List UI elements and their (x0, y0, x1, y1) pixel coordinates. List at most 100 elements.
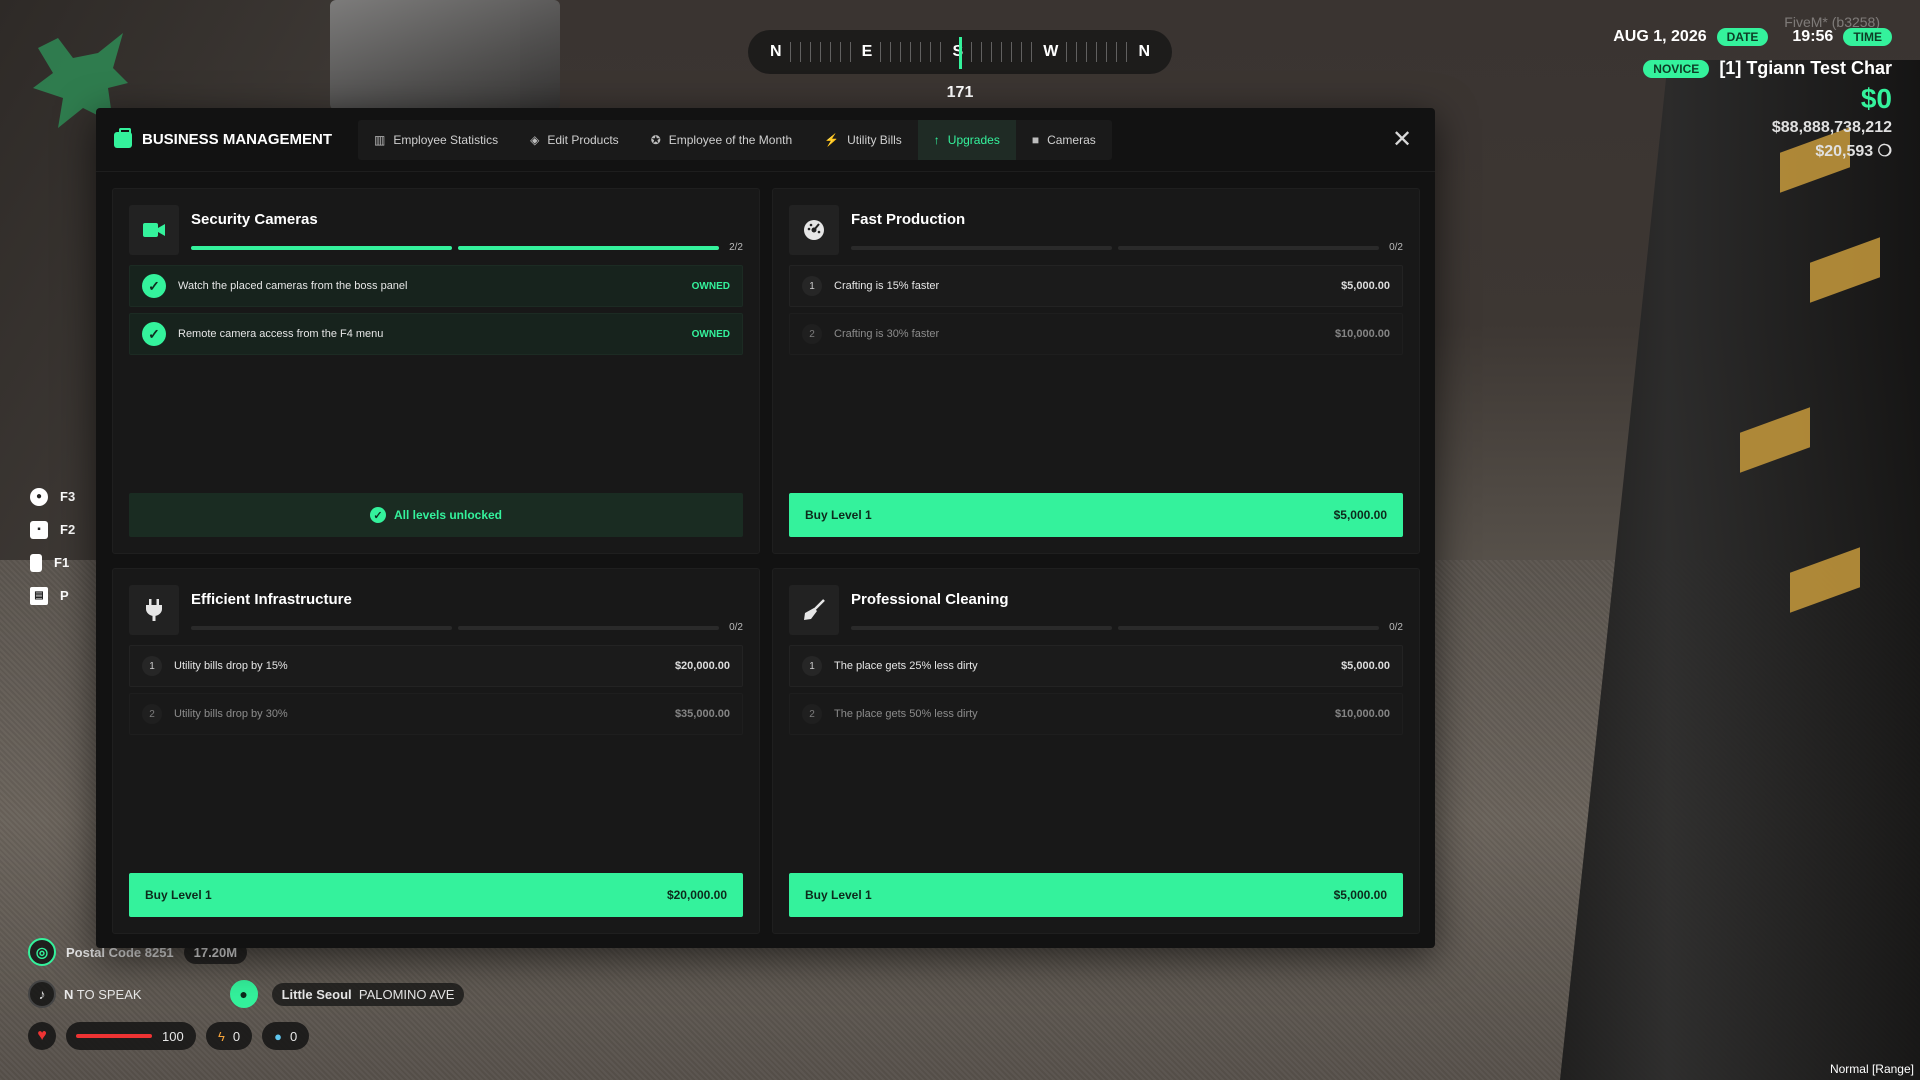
upgrade-title: Professional Cleaning (851, 591, 1009, 608)
compass-needle (959, 37, 962, 69)
keybind-row: F1 (30, 546, 75, 579)
keybind-row: ▪ F2 (30, 513, 75, 546)
upgrade-progress: 2/2 (191, 242, 743, 253)
award-icon: ✪ (650, 132, 661, 147)
keybind-row: ● F3 (30, 480, 75, 513)
upgrade-card-professional-cleaning: Professional Cleaning 0/2 1 The place ge… (772, 568, 1420, 934)
progress-segment (191, 245, 452, 250)
water-stat: ● 0 (262, 1022, 310, 1050)
arrow-up-icon: ↑ (933, 132, 940, 147)
upgrades-grid: Security Cameras 2/2 ✓ Watch the placed … (112, 188, 1420, 934)
vitals-hud: ♥ 100 ϟ0 ● 0 (28, 1022, 310, 1050)
panel-header: BUSINESS MANAGEMENT ▥ Employee Statistic… (96, 108, 1435, 172)
phone-icon (30, 553, 42, 572)
upgrade-level: 2 Utility bills drop by 30% $35,000.00 (129, 693, 743, 735)
compass-dir: N (1138, 43, 1151, 60)
buy-level-button[interactable]: Buy Level 1 $5,000.00 (789, 873, 1403, 917)
heart-icon: ♥ (28, 1022, 56, 1050)
progress-count: 0/2 (1389, 242, 1403, 253)
owned-badge: OWNED (691, 328, 730, 340)
location-target-icon: ◎ (28, 938, 56, 966)
briefcase-icon (114, 127, 132, 148)
health-bar: 100 (66, 1022, 196, 1050)
voice-label: TO SPEAK (76, 986, 142, 1002)
progress-segment (458, 625, 719, 630)
bolt-icon: ⚡ (824, 132, 840, 147)
upgrade-card-security-cameras: Security Cameras 2/2 ✓ Watch the placed … (112, 188, 760, 554)
speedometer-icon (789, 205, 839, 255)
date-value: AUG 1, 2026 (1613, 28, 1707, 45)
time-badge: TIME (1843, 28, 1892, 46)
level-price: $20,000.00 (674, 660, 730, 672)
progress-segment (458, 245, 719, 250)
zone-name: Little Seoul (281, 986, 352, 1002)
progress-segment (1118, 245, 1379, 250)
upgrade-level: 2 Crafting is 30% faster $10,000.00 (789, 313, 1403, 355)
money-bag-icon: ❍ (1877, 143, 1892, 160)
upgrade-progress: 0/2 (191, 622, 743, 633)
tab-cameras[interactable]: ■ Cameras (1016, 120, 1112, 160)
upgrade-level: ✓ Remote camera access from the F4 menu … (129, 313, 743, 355)
compass-dir: N (770, 43, 782, 60)
progress-count: 0/2 (1389, 622, 1403, 633)
voice-location-hud: ♪ N TO SPEAK ● Little Seoul PALOMINO AVE (28, 980, 465, 1008)
status-hud: AUG 1, 2026 DATE 19:56 TIME NOVICE [1] T… (1613, 28, 1892, 161)
upgrade-card-efficient-infrastructure: Efficient Infrastructure 0/2 1 Utility b… (112, 568, 760, 934)
upgrade-level: ✓ Watch the placed cameras from the boss… (129, 265, 743, 307)
character-name: [1] Tgiann Test Char (1719, 58, 1892, 78)
upgrade-progress: 0/2 (851, 242, 1403, 253)
all-levels-unlocked: ✓ All levels unlocked (129, 493, 743, 537)
voice-mode: Normal [Range] (1829, 1062, 1914, 1076)
background-machine (330, 0, 560, 110)
tag-icon: ◈ (530, 132, 540, 147)
progress-segment (851, 625, 1112, 630)
background-shelf (1560, 60, 1920, 1080)
plug-icon (129, 585, 179, 635)
level-price: $35,000.00 (674, 708, 730, 720)
progress-count: 0/2 (729, 622, 743, 633)
voice-key: N (64, 986, 74, 1002)
street-name: PALOMINO AVE (358, 986, 455, 1002)
map-pin-icon: ● (229, 980, 258, 1008)
close-button[interactable]: ✕ (1387, 125, 1417, 155)
progress-segment (851, 245, 1112, 250)
tab-edit-products[interactable]: ◈ Edit Products (514, 120, 635, 160)
tab-utility-bills[interactable]: ⚡ Utility Bills (808, 120, 918, 160)
tab-upgrades[interactable]: ↑ Upgrades (917, 119, 1016, 160)
stamina-icon: ϟ (218, 1028, 225, 1044)
water-drop-icon: ● (274, 1028, 282, 1044)
level-price: $5,000.00 (1341, 280, 1390, 292)
check-circle-icon: ✓ (369, 507, 386, 523)
video-camera-icon (129, 205, 179, 255)
cash-amount: $0 (1860, 83, 1892, 114)
progress-segment (1118, 625, 1379, 630)
compass-heading: 171 (946, 84, 974, 101)
tab-employee-of-the-month[interactable]: ✪ Employee of the Month (635, 120, 808, 160)
upgrade-level: 2 The place gets 50% less dirty $10,000.… (789, 693, 1403, 735)
bag-icon: ▪ (30, 520, 48, 539)
level-number: 2 (802, 324, 822, 344)
level-number: 1 (802, 276, 822, 296)
upgrade-title: Fast Production (851, 211, 966, 228)
stamina-stat: ϟ0 (206, 1022, 253, 1050)
keybind-list: ● F3 ▪ F2 F1 ▤ P (30, 480, 75, 612)
broom-icon (789, 585, 839, 635)
health-value: 100 (162, 1028, 184, 1044)
owned-badge: OWNED (691, 280, 730, 292)
microphone-icon: ♪ (28, 980, 56, 1008)
level-number: 1 (802, 656, 822, 676)
compass-dir: W (1043, 43, 1059, 60)
compass-dir: E (861, 43, 873, 60)
level-price: $10,000.00 (1334, 708, 1390, 720)
time-value: 19:56 (1792, 28, 1834, 45)
upgrade-title: Efficient Infrastructure (191, 591, 352, 608)
tab-employee-statistics[interactable]: ▥ Employee Statistics (358, 120, 514, 160)
upgrade-level: 1 The place gets 25% less dirty $5,000.0… (789, 645, 1403, 687)
buy-level-button[interactable]: Buy Level 1 $20,000.00 (129, 873, 743, 917)
close-icon: ✕ (1391, 126, 1413, 153)
check-icon: ✓ (142, 322, 166, 346)
progress-segment (191, 625, 452, 630)
date-badge: DATE (1716, 28, 1769, 46)
rank-badge: NOVICE (1643, 59, 1710, 78)
buy-level-button[interactable]: Buy Level 1 $5,000.00 (789, 493, 1403, 537)
